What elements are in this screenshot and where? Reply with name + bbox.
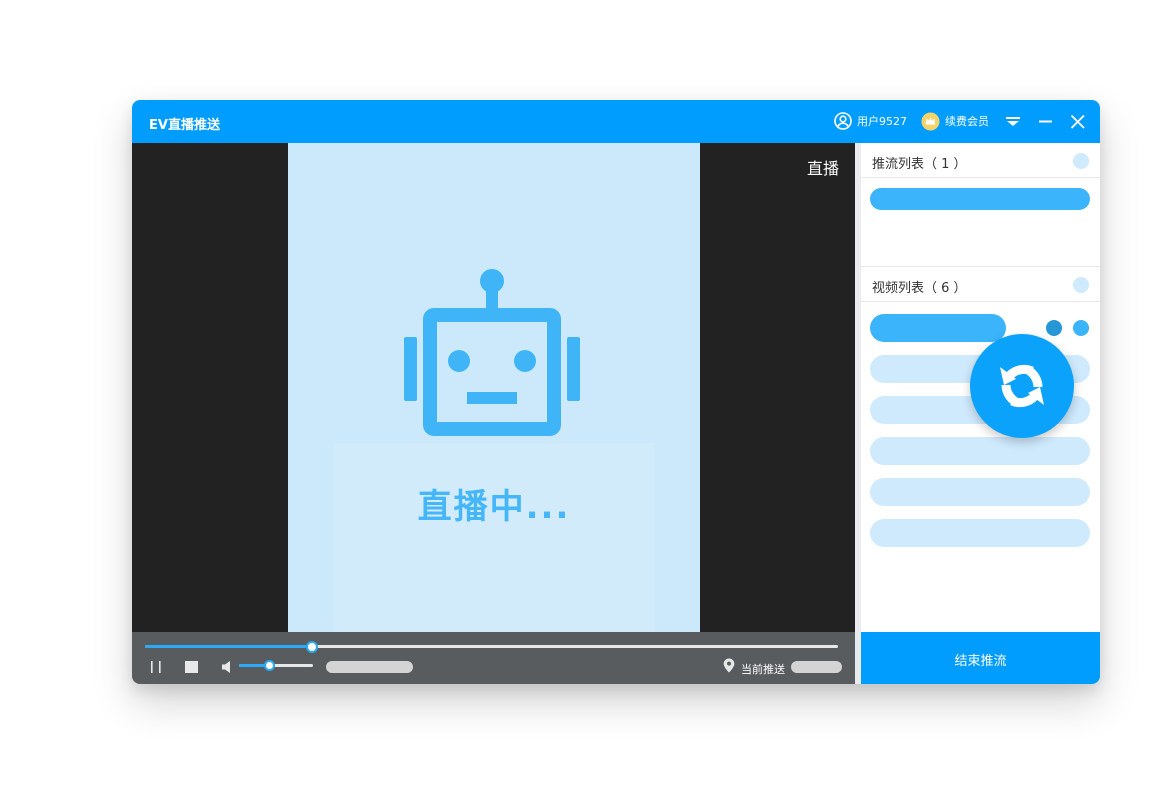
video-list-item[interactable]	[870, 519, 1090, 547]
dropdown-menu-icon[interactable]	[1003, 112, 1023, 132]
push-list-title: 推流列表（ 1 ）	[872, 157, 967, 172]
vip-renew[interactable]: 续费会员	[921, 111, 989, 131]
time-display	[326, 661, 413, 673]
user-name: 用户9527	[857, 115, 907, 128]
live-status-text: 直播中...	[417, 487, 571, 527]
stage-overlay	[334, 443, 654, 632]
location-pin-icon	[723, 658, 735, 673]
push-list-item[interactable]	[870, 188, 1090, 210]
video-list-title: 视频列表（ 6 ）	[872, 281, 967, 296]
app-title: EV直播推送	[149, 118, 220, 133]
video-list-toggle[interactable]	[1073, 277, 1089, 293]
robot-icon	[400, 267, 580, 441]
end-stream-button[interactable]: 结束推流	[861, 632, 1100, 684]
push-list-header: 推流列表（ 1 ）	[861, 143, 1100, 178]
app-window: EV直播推送 用户9527 续费会员 直播中... 直播 当前推送 推流列表（ …	[132, 100, 1100, 684]
title-bar: EV直播推送 用户9527 续费会员	[132, 100, 1100, 143]
video-list-item[interactable]	[870, 437, 1090, 465]
stop-icon[interactable]	[185, 659, 199, 673]
progress-handle[interactable]	[306, 641, 319, 653]
location-value	[791, 661, 842, 673]
crown-badge-icon	[921, 112, 940, 131]
minimize-icon[interactable]	[1036, 112, 1056, 132]
location-label: 当前推送	[741, 663, 785, 676]
vip-label: 续费会员	[945, 115, 989, 128]
user-circle-icon	[834, 112, 852, 130]
live-stage: 直播中...	[288, 143, 700, 632]
volume-slider[interactable]	[239, 660, 313, 671]
live-badge: 直播	[806, 159, 839, 178]
pause-icon[interactable]	[150, 659, 164, 673]
video-viewport[interactable]: 直播中... 直播	[132, 143, 855, 632]
speaker-icon[interactable]	[221, 659, 233, 673]
video-list-header: 视频列表（ 6 ）	[861, 267, 1100, 302]
player-controls: 当前推送	[132, 632, 855, 684]
item-action-dot[interactable]	[1073, 320, 1089, 336]
refresh-icon[interactable]	[970, 334, 1074, 438]
volume-handle[interactable]	[263, 660, 275, 671]
progress-fill	[145, 645, 312, 648]
video-list-item[interactable]	[870, 478, 1090, 506]
push-list-toggle[interactable]	[1073, 153, 1089, 169]
close-icon[interactable]	[1068, 112, 1088, 132]
progress-slider[interactable]	[145, 641, 838, 653]
user-account[interactable]: 用户9527	[834, 111, 907, 131]
